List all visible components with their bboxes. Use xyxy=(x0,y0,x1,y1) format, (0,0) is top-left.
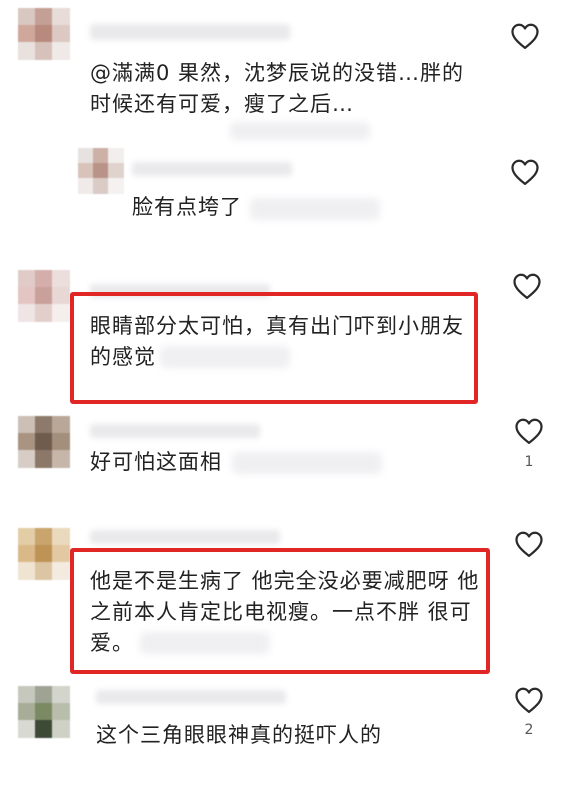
blurred-text xyxy=(232,452,382,474)
comment-text: 这个三角眼眼神真的挺吓人的 xyxy=(96,720,382,751)
comment-line: 时候还有可爱，瘦了之后… xyxy=(90,92,354,116)
heart-outline-icon[interactable] xyxy=(514,686,544,714)
username-blurred[interactable] xyxy=(96,690,286,704)
avatar[interactable] xyxy=(18,416,70,468)
blurred-text xyxy=(160,346,290,368)
comment-line: 眼睛部分太可怕，真有出门吓到小朋友 xyxy=(90,314,464,338)
comment-line: 好可怕这面相 xyxy=(90,450,222,474)
comment-text: 好可怕这面相 xyxy=(90,447,222,478)
comment-line: 之前本人肯定比电视瘦。一点不胖 很可 xyxy=(90,600,472,624)
comment-line: @滿满0 果然，沈梦辰说的没错…胖的 xyxy=(90,61,465,85)
comment-line: 脸有点垮了 xyxy=(132,195,242,219)
heart-outline-icon[interactable] xyxy=(510,158,540,186)
heart-outline-icon[interactable] xyxy=(512,272,542,300)
comment-line: 他是不是生病了 他完全没必要减肥呀 他 xyxy=(90,569,480,593)
avatar[interactable] xyxy=(18,528,70,580)
avatar[interactable] xyxy=(18,686,70,738)
username-blurred[interactable] xyxy=(90,530,280,544)
comment-text: 脸有点垮了 xyxy=(132,192,242,223)
comment-text: @滿满0 果然，沈梦辰说的没错…胖的 时候还有可爱，瘦了之后… xyxy=(90,58,464,120)
heart-outline-icon[interactable] xyxy=(510,22,540,50)
avatar[interactable] xyxy=(78,148,124,194)
heart-outline-icon[interactable] xyxy=(514,417,544,445)
username-blurred[interactable] xyxy=(90,24,290,40)
username-blurred[interactable] xyxy=(132,162,292,176)
blurred-text xyxy=(250,198,380,220)
username-blurred[interactable] xyxy=(90,424,260,438)
blurred-text xyxy=(230,122,370,140)
like-count: 1 xyxy=(524,454,534,470)
avatar[interactable] xyxy=(18,8,70,60)
like-count: 2 xyxy=(524,722,534,738)
avatar[interactable] xyxy=(18,270,70,322)
comment-line: 这个三角眼眼神真的挺吓人的 xyxy=(96,723,382,747)
blurred-text xyxy=(140,632,270,654)
heart-outline-icon[interactable] xyxy=(514,530,544,558)
